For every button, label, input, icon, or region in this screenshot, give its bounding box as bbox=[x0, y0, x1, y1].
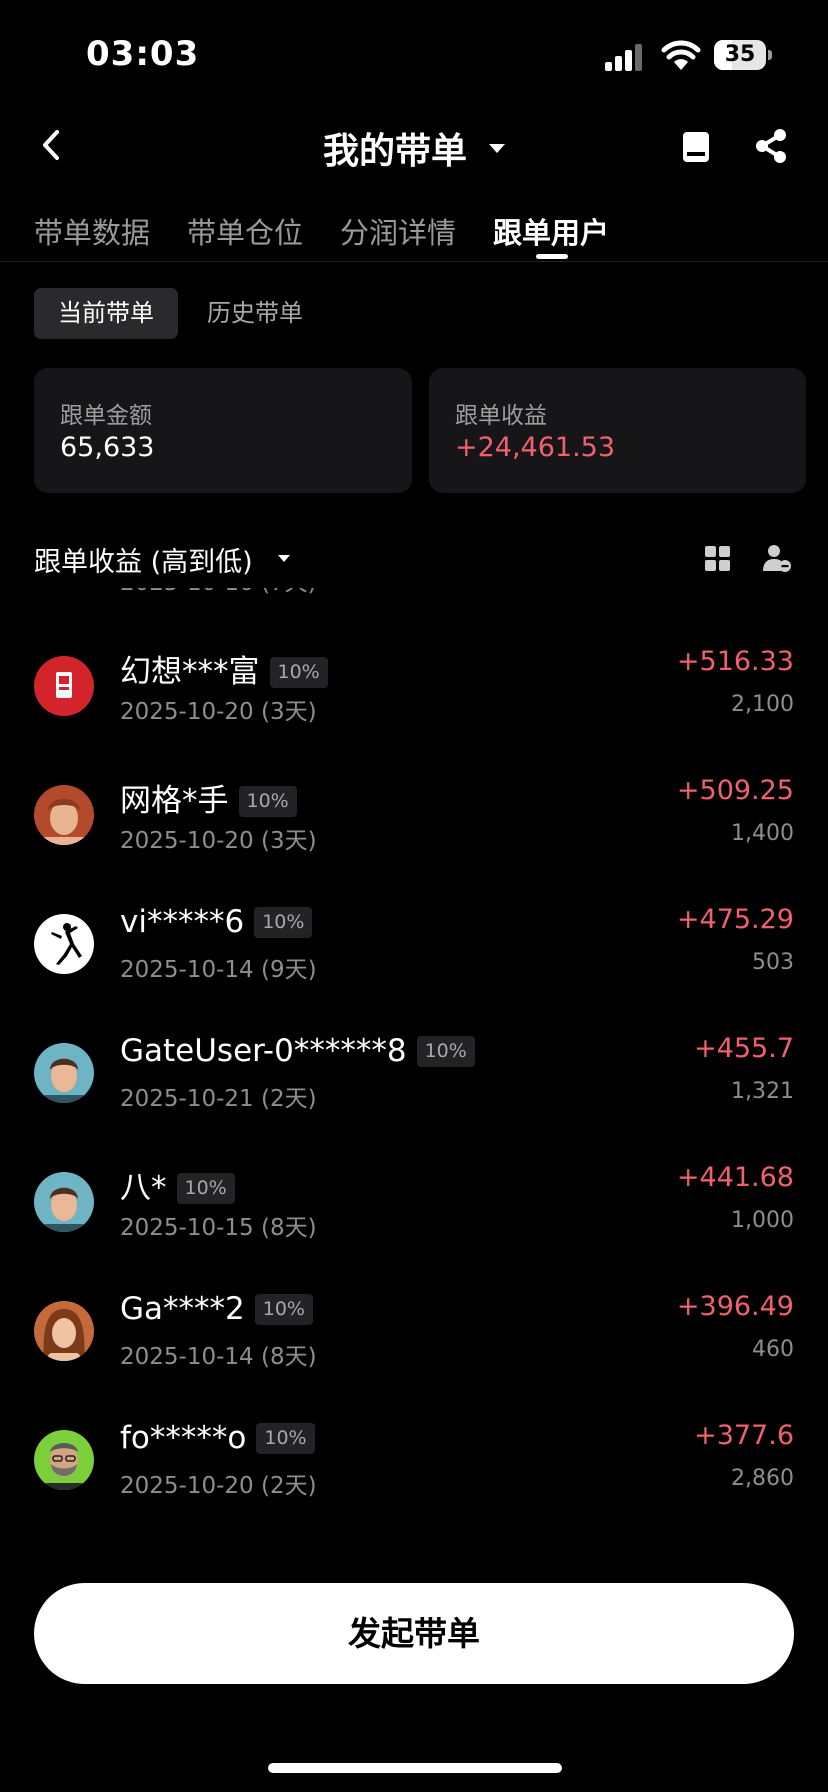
copy-amount-card: 跟单金额 65,633 bbox=[34, 368, 412, 493]
caret-down-icon bbox=[489, 143, 505, 153]
profit-share-ratio: 10% bbox=[176, 1173, 235, 1204]
sort-row: 跟单收益 (高到低) bbox=[0, 534, 828, 584]
follower-profit: +455.7 bbox=[694, 1033, 794, 1064]
caret-down-icon bbox=[278, 555, 290, 562]
avatar bbox=[34, 656, 94, 716]
join-date: 2025-10-15 (8天) bbox=[120, 1215, 317, 1241]
join-date: 2025-10-16 (7天) bbox=[120, 588, 317, 597]
screen: 03:03 35 我的带单 带单数据 带单仓位 分润详情 跟单用户 当前带单 历… bbox=[0, 0, 828, 1792]
subtab-history[interactable]: 历史带单 bbox=[207, 288, 303, 339]
tab-followers[interactable]: 跟单用户 bbox=[493, 210, 609, 252]
battery-level: 35 bbox=[724, 42, 756, 67]
list-item[interactable]: 2025-10-16 (7天) 545 bbox=[0, 588, 828, 618]
join-date: 2025-10-20 (3天) bbox=[120, 828, 317, 854]
profit-share-ratio: 10% bbox=[269, 657, 328, 688]
follower-list[interactable]: 2025-10-16 (7天) 545 幻想***富10% 2025-10-20… bbox=[0, 588, 828, 1588]
list-item[interactable]: GateUser-0******8 10% 2025-10-21 (2天) +45… bbox=[0, 1005, 828, 1134]
book-icon[interactable] bbox=[680, 130, 712, 164]
remove-user-icon[interactable] bbox=[762, 543, 792, 573]
copy-amount: 1,321 bbox=[731, 1079, 794, 1104]
copy-amount-label: 跟单金额 bbox=[60, 403, 152, 429]
list-item[interactable]: fo*****o 10% 2025-10-20 (2天) +377.6 2,860 bbox=[0, 1392, 828, 1521]
user-name: 网格*手 10% bbox=[120, 775, 297, 820]
join-date: 2025-10-20 (2天) bbox=[120, 1473, 317, 1499]
list-item[interactable]: vi*****6 10% 2025-10-14 (9天) +475.29 503 bbox=[0, 876, 828, 1005]
user-name: 八* 10% bbox=[120, 1162, 235, 1207]
nav-bar: 我的带单 bbox=[0, 110, 828, 180]
user-name: 幻想***富 10% bbox=[120, 646, 328, 691]
status-time: 03:03 bbox=[86, 34, 200, 74]
avatar bbox=[34, 1301, 94, 1361]
list-item[interactable]: 网格*手 10% 2025-10-20 (3天) +509.25 1,400 bbox=[0, 747, 828, 876]
copy-amount: 2,100 bbox=[731, 692, 794, 717]
copy-profit-label: 跟单收益 bbox=[455, 403, 547, 429]
copy-amount: 2,860 bbox=[731, 1466, 794, 1491]
list-item[interactable]: 八* 10% 2025-10-15 (8天) +441.68 1,000 bbox=[0, 1134, 828, 1263]
join-date: 2025-10-14 (9天) bbox=[120, 957, 317, 983]
start-copy-trading-button[interactable]: 发起带单 bbox=[34, 1583, 794, 1684]
follower-profit: +509.25 bbox=[676, 775, 794, 806]
list-item[interactable]: 幻想***富 10% 2025-10-20 (3天) +516.33 2,100 bbox=[0, 618, 828, 747]
join-date: 2025-10-20 (3天) bbox=[120, 699, 317, 725]
grid-view-icon[interactable] bbox=[705, 546, 731, 572]
page-title: 我的带单 bbox=[322, 131, 467, 172]
cellular-signal-icon bbox=[605, 43, 645, 71]
copy-amount-value: 65,633 bbox=[60, 432, 155, 463]
follower-profit: +396.49 bbox=[676, 1291, 794, 1322]
profit-share-ratio: 10% bbox=[254, 1294, 313, 1325]
subtab-current[interactable]: 当前带单 bbox=[34, 288, 178, 339]
user-name: fo*****o 10% bbox=[120, 1420, 315, 1456]
user-name: GateUser-0******8 10% bbox=[120, 1033, 475, 1069]
copy-amount: 1,400 bbox=[731, 821, 794, 846]
user-name: vi*****6 10% bbox=[120, 904, 313, 940]
avatar bbox=[34, 1043, 94, 1103]
profit-share-ratio: 10% bbox=[254, 907, 313, 938]
copy-amount: 1,000 bbox=[731, 1208, 794, 1233]
join-date: 2025-10-14 (8天) bbox=[120, 1344, 317, 1370]
copy-amount: 503 bbox=[752, 950, 794, 975]
list-item[interactable]: Ga****2 10% 2025-10-14 (8天) +396.49 460 bbox=[0, 1263, 828, 1392]
user-name: Ga****2 10% bbox=[120, 1291, 313, 1327]
follower-profit: +475.29 bbox=[676, 904, 794, 935]
follower-profit: +516.33 bbox=[676, 646, 794, 677]
follower-profit: +377.6 bbox=[694, 1420, 794, 1451]
tab-positions[interactable]: 带单仓位 bbox=[187, 210, 303, 252]
tab-bar: 带单数据 带单仓位 分润详情 跟单用户 bbox=[0, 200, 828, 262]
tab-profit-share[interactable]: 分润详情 bbox=[340, 210, 456, 252]
share-icon[interactable] bbox=[754, 128, 788, 164]
copy-profit-card: 跟单收益 +24,461.53 bbox=[429, 368, 806, 493]
active-tab-indicator bbox=[536, 254, 568, 259]
copy-amount: 460 bbox=[752, 1337, 794, 1362]
profit-share-ratio: 10% bbox=[238, 786, 297, 817]
profit-share-ratio: 10% bbox=[416, 1036, 475, 1067]
avatar bbox=[34, 1430, 94, 1490]
follower-profit: +441.68 bbox=[676, 1162, 794, 1193]
copy-profit-value: +24,461.53 bbox=[455, 432, 616, 463]
tab-copy-data[interactable]: 带单数据 bbox=[34, 210, 150, 252]
wifi-icon bbox=[661, 40, 701, 70]
status-bar: 03:03 35 bbox=[0, 0, 828, 110]
join-date: 2025-10-21 (2天) bbox=[120, 1086, 317, 1112]
avatar bbox=[34, 914, 94, 974]
home-indicator bbox=[268, 1763, 562, 1773]
battery-icon: 35 bbox=[714, 40, 772, 70]
avatar bbox=[34, 785, 94, 845]
sort-dropdown[interactable]: 跟单收益 (高到低) bbox=[34, 540, 253, 579]
profit-share-ratio: 10% bbox=[256, 1423, 315, 1454]
avatar bbox=[34, 1172, 94, 1232]
